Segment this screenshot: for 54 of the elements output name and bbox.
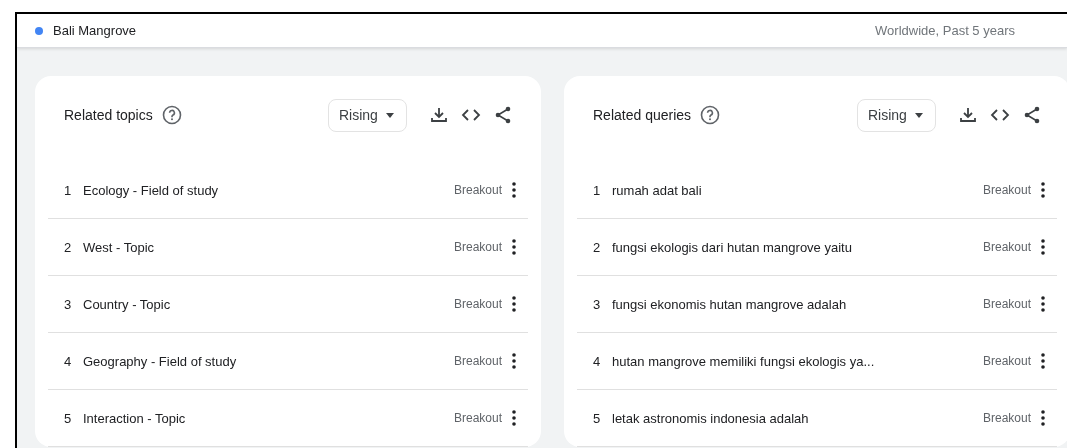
row-label[interactable]: Country - Topic (83, 296, 171, 312)
rank-number: 1 (64, 182, 73, 198)
more-options-icon[interactable] (1041, 353, 1045, 369)
row-label[interactable]: fungsi ekologis dari hutan mangrove yaitu (612, 239, 852, 255)
rank-number: 3 (593, 296, 602, 312)
share-icon[interactable] (493, 105, 513, 125)
panel-title: Related topics (64, 107, 153, 123)
rank-number: 5 (64, 410, 73, 426)
more-options-icon[interactable] (512, 296, 516, 312)
more-options-icon[interactable] (1041, 410, 1045, 426)
more-options-icon[interactable] (1041, 296, 1045, 312)
rank-number: 3 (64, 296, 73, 312)
rank-number: 4 (64, 353, 73, 369)
row-label[interactable]: fungsi ekonomis hutan mangrove adalah (612, 296, 847, 312)
breakout-value: Breakout (453, 240, 502, 254)
row-label[interactable]: rumah adat bali (612, 182, 702, 198)
more-options-icon[interactable] (1041, 182, 1045, 198)
breakout-value: Breakout (982, 411, 1031, 425)
row-label[interactable]: Interaction - Topic (83, 410, 186, 426)
more-options-icon[interactable] (1041, 239, 1045, 255)
caret-icon (915, 112, 923, 118)
breakout-value: Breakout (453, 183, 502, 197)
row-label[interactable]: Geography - Field of study (83, 353, 237, 369)
more-options-icon[interactable] (512, 353, 516, 369)
more-options-icon[interactable] (512, 239, 516, 255)
row-label[interactable]: Ecology - Field of study (83, 182, 219, 198)
panel-title: Related queries (593, 107, 692, 123)
breakout-value: Breakout (982, 354, 1031, 368)
help-icon[interactable] (700, 105, 721, 125)
caret-icon (386, 112, 394, 118)
breakout-value: Breakout (453, 411, 502, 425)
search-term: Bali Mangrove (53, 23, 137, 38)
filter-dropdown[interactable]: Rising (328, 98, 407, 132)
download-icon[interactable] (958, 105, 978, 125)
breakout-value: Breakout (982, 240, 1031, 254)
breakout-value: Breakout (453, 297, 502, 311)
rank-number: 5 (593, 410, 602, 426)
share-icon[interactable] (1022, 105, 1042, 125)
breakout-value: Breakout (982, 183, 1031, 197)
row-label[interactable]: letak astronomis indonesia adalah (612, 410, 809, 426)
breakout-value: Breakout (982, 297, 1031, 311)
more-options-icon[interactable] (512, 182, 516, 198)
scope-label: Worldwide, Past 5 years (875, 23, 1015, 38)
row-label[interactable]: hutan mangrove memiliki fungsi ekologis ya... (612, 353, 875, 369)
rank-number: 4 (593, 353, 602, 369)
more-options-icon[interactable] (512, 410, 516, 426)
rank-number: 1 (593, 182, 602, 198)
breakout-value: Breakout (453, 354, 502, 368)
filter-dropdown[interactable]: Rising (857, 98, 936, 132)
row-label[interactable]: West - Topic (83, 239, 155, 255)
rank-number: 2 (593, 239, 602, 255)
download-icon[interactable] (429, 105, 449, 125)
rank-number: 2 (64, 239, 73, 255)
help-icon[interactable] (161, 105, 182, 125)
